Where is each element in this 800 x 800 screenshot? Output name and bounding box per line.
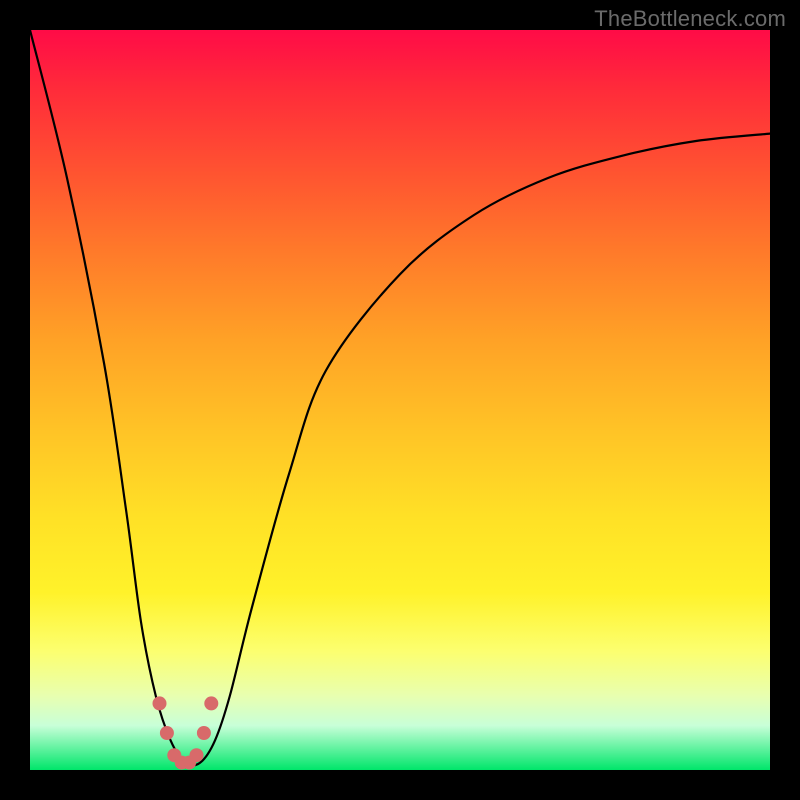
bottleneck-chart [30, 30, 770, 770]
bottleneck-curve [30, 30, 770, 765]
watermark-text: TheBottleneck.com [594, 6, 786, 32]
highlight-dot [204, 696, 218, 710]
chart-frame [30, 30, 770, 770]
highlight-dot [160, 726, 174, 740]
highlight-dots [153, 696, 219, 769]
highlight-dot [197, 726, 211, 740]
highlight-dot [190, 748, 204, 762]
highlight-dot [153, 696, 167, 710]
